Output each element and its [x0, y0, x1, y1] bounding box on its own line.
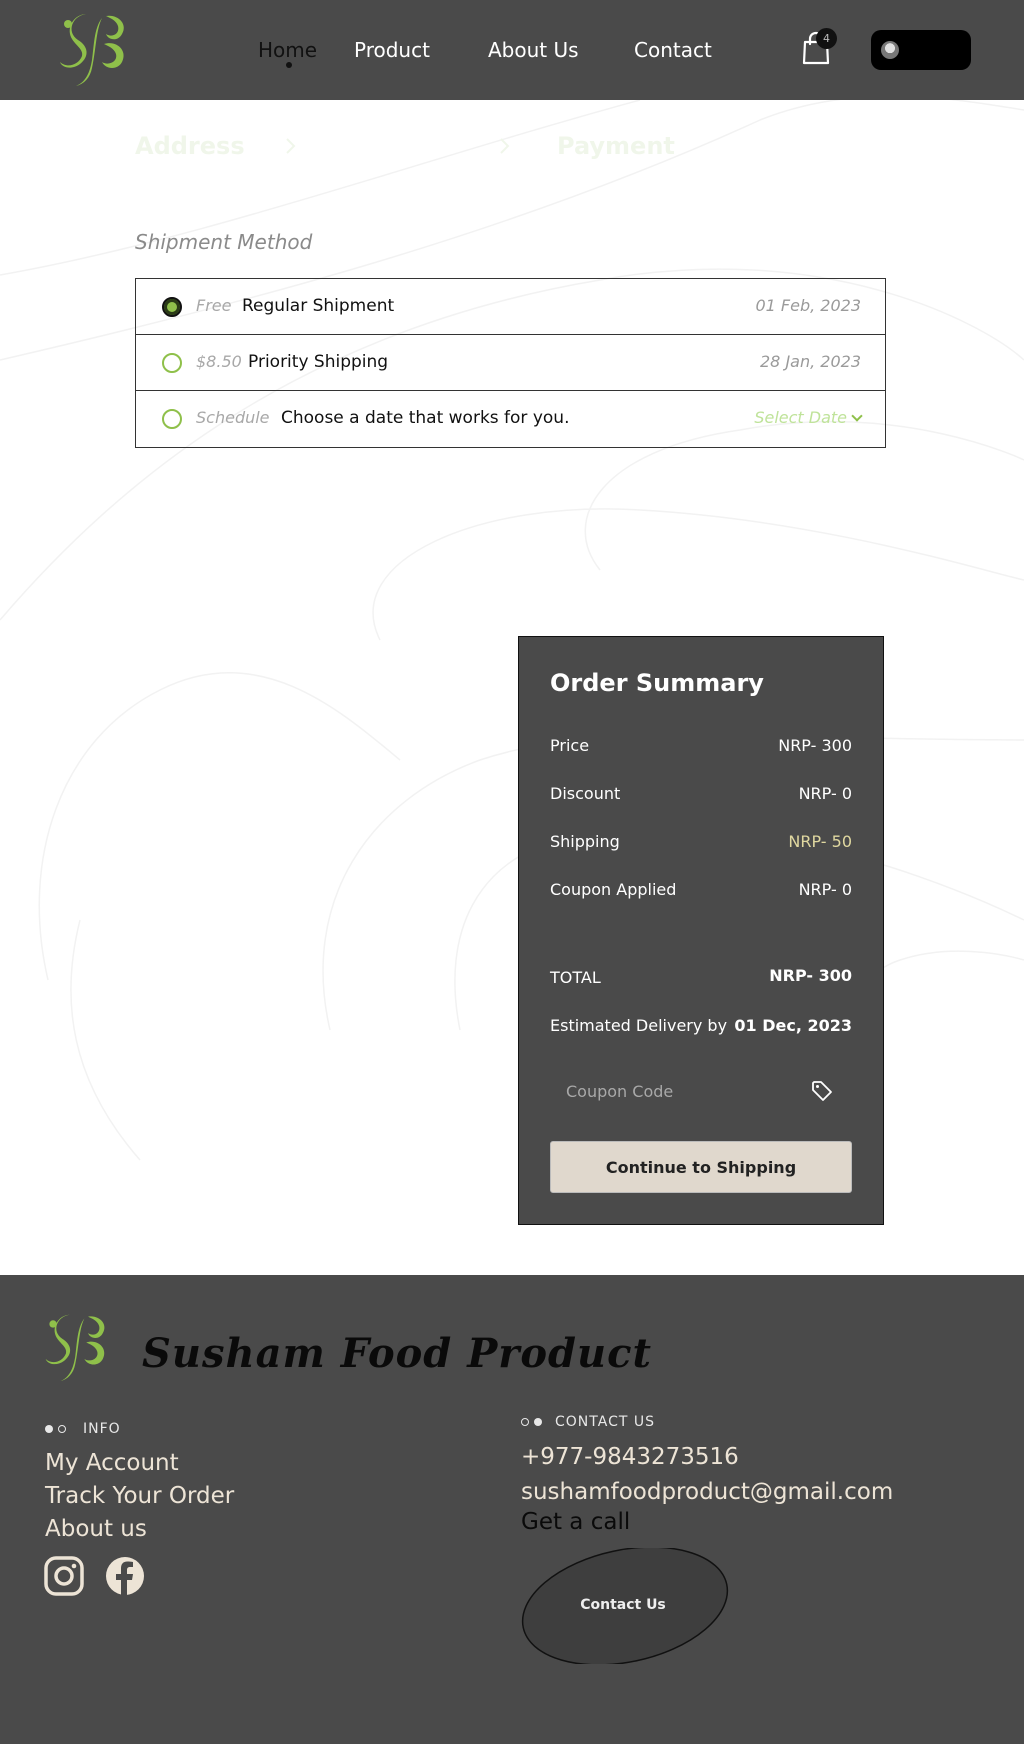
- facebook-icon[interactable]: [105, 1556, 145, 1596]
- shipment-tag: Free: [196, 296, 232, 315]
- step-address[interactable]: Address: [135, 131, 245, 161]
- link-my-account[interactable]: My Account: [45, 1448, 179, 1478]
- price-value: NRP- 300: [778, 736, 852, 755]
- get-a-call-text: Get a call: [521, 1509, 631, 1535]
- step-payment[interactable]: Payment: [557, 131, 675, 161]
- info-heading: INFO: [83, 1421, 121, 1437]
- shipment-name: Choose a date that works for you.: [281, 408, 570, 428]
- shipment-option-priority[interactable]: $8.50 Priority Shipping 28 Jan, 2023: [136, 335, 885, 391]
- total-label: TOTAL: [550, 968, 601, 987]
- price-label: Price: [550, 736, 590, 755]
- footer-brand-name: Susham Food Product: [142, 1330, 652, 1377]
- contact-email[interactable]: sushamfoodproduct@gmail.com: [521, 1477, 893, 1507]
- dots-icon: [521, 1417, 549, 1427]
- discount-label: Discount: [550, 784, 621, 803]
- footer: Susham Food Product INFO My Account Trac…: [0, 1275, 1024, 1744]
- link-about-us[interactable]: About us: [45, 1514, 147, 1544]
- order-summary-title: Order Summary: [550, 669, 764, 697]
- avatar: [881, 41, 899, 59]
- order-summary-card: Order Summary Price NRP- 300 Discount NR…: [518, 636, 884, 1225]
- contact-us-button[interactable]: [520, 1548, 730, 1664]
- shipment-method-title: Shipment Method: [135, 230, 313, 254]
- link-track-order[interactable]: Track Your Order: [45, 1481, 234, 1511]
- nav-about-us[interactable]: About Us: [488, 38, 579, 62]
- contact-heading: CONTACT US: [555, 1414, 655, 1430]
- radio-regular[interactable]: [162, 297, 182, 317]
- top-navbar: Home Product About Us Contact 4: [0, 0, 1024, 100]
- coupon-field: [550, 1069, 852, 1113]
- coupon-applied-value: NRP- 0: [798, 880, 852, 899]
- cart-count-badge: 4: [816, 28, 837, 49]
- chevron-right-icon: [286, 138, 296, 154]
- select-date-label: Select Date: [754, 408, 847, 427]
- dots-icon: [45, 1424, 73, 1434]
- chevron-right-icon: [500, 138, 510, 154]
- coupon-input[interactable]: [550, 1069, 810, 1113]
- logo[interactable]: [56, 10, 132, 88]
- shipping-label: Shipping: [550, 832, 620, 851]
- contact-phone[interactable]: +977-9843273516: [521, 1442, 739, 1472]
- footer-logo[interactable]: [42, 1310, 112, 1384]
- instagram-icon[interactable]: [44, 1556, 84, 1596]
- select-date-dropdown[interactable]: Select Date: [754, 408, 863, 428]
- radio-schedule[interactable]: [162, 409, 182, 429]
- total-value: NRP- 300: [769, 966, 852, 985]
- shipping-value: NRP- 50: [788, 832, 852, 851]
- nav-active-indicator: [286, 62, 292, 68]
- shipment-tag: Schedule: [196, 408, 270, 427]
- shipment-date: 28 Jan, 2023: [760, 352, 861, 371]
- discount-value: NRP- 0: [798, 784, 852, 803]
- profile-button[interactable]: [871, 30, 971, 70]
- shipment-options: Free Regular Shipment 01 Feb, 2023 $8.50…: [135, 278, 886, 448]
- shipment-name: Priority Shipping: [248, 352, 389, 372]
- delivery-value: 01 Dec, 2023: [734, 1016, 852, 1035]
- shipment-name: Regular Shipment: [242, 296, 395, 316]
- shipment-option-regular[interactable]: Free Regular Shipment 01 Feb, 2023: [136, 279, 885, 335]
- chevron-down-icon: [851, 410, 863, 422]
- shipment-date: 01 Feb, 2023: [755, 296, 861, 315]
- radio-priority[interactable]: [162, 353, 182, 373]
- delivery-label: Estimated Delivery by: [550, 1016, 728, 1035]
- shipment-option-schedule[interactable]: Schedule Choose a date that works for yo…: [136, 391, 885, 447]
- nav-contact[interactable]: Contact: [634, 38, 712, 62]
- nav-product[interactable]: Product: [354, 38, 430, 62]
- nav-home[interactable]: Home: [258, 38, 317, 62]
- shipment-tag: $8.50: [196, 352, 242, 371]
- coupon-applied-label: Coupon Applied: [550, 880, 677, 899]
- tag-icon[interactable]: [810, 1079, 834, 1103]
- continue-to-shipping-button[interactable]: Continue to Shipping: [550, 1141, 852, 1193]
